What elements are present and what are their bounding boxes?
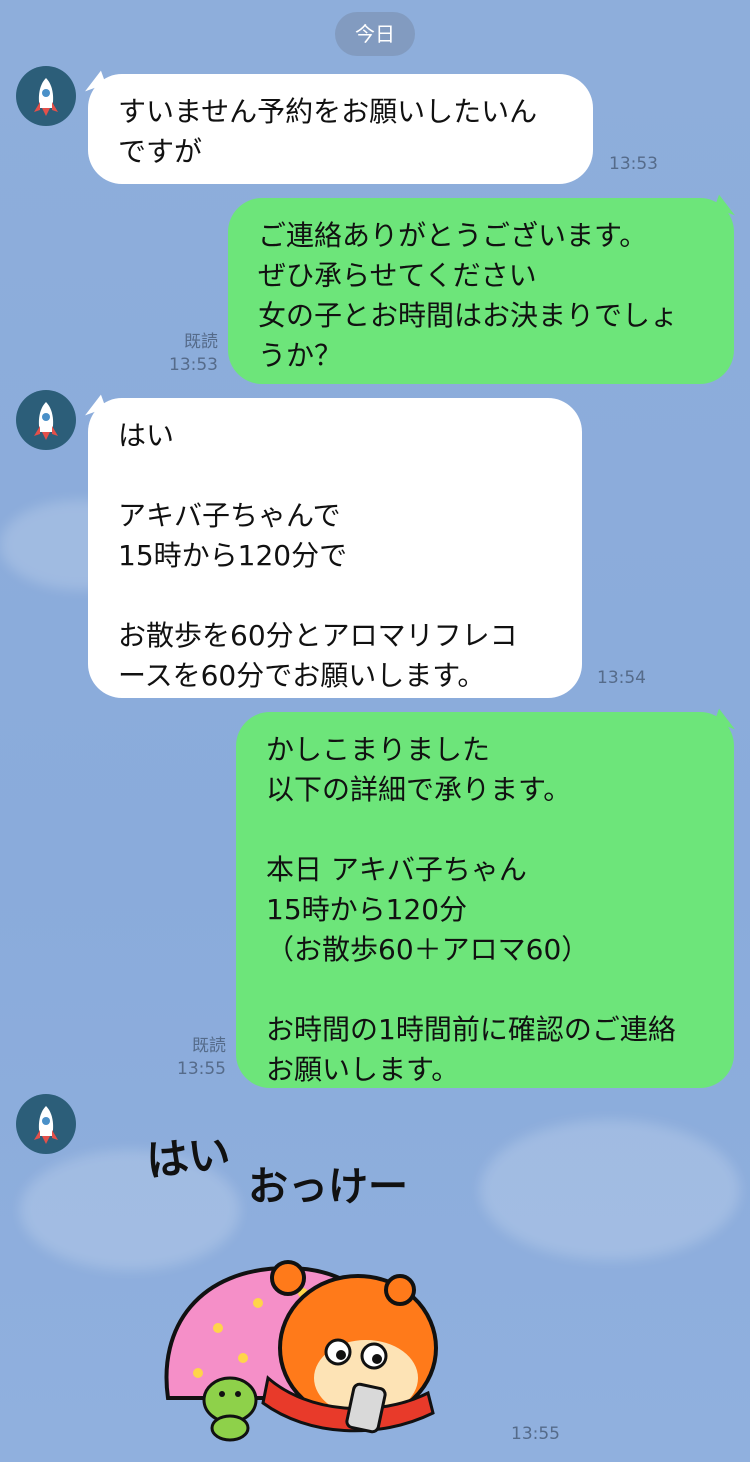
contact-avatar[interactable] <box>16 66 76 126</box>
message-bubble-incoming[interactable]: すいません予約をお願いしたいん ですが <box>88 74 593 184</box>
hamster-sticker-icon: はい おっけー <box>144 1128 438 1442</box>
read-receipt: 既読 <box>192 1036 226 1056</box>
rocket-icon <box>34 402 58 440</box>
sticker-message[interactable]: はい おっけー <box>138 1128 498 1448</box>
background-cloud <box>480 1120 740 1260</box>
message-time: 13:55 <box>177 1059 226 1079</box>
message-time: 13:54 <box>597 668 646 688</box>
read-receipt: 既読 <box>184 332 218 352</box>
rocket-icon <box>34 78 58 116</box>
message-bubble-incoming[interactable]: はい アキバ子ちゃんで 15時から120分で お散歩を60分とアロマリフレコ ー… <box>88 398 582 698</box>
message-time: 13:55 <box>511 1424 560 1444</box>
rocket-icon <box>34 1106 58 1144</box>
svg-text:おっけー: おっけー <box>248 1164 408 1210</box>
contact-avatar[interactable] <box>16 390 76 450</box>
svg-text:はい: はい <box>144 1128 233 1186</box>
message-time: 13:53 <box>609 154 658 174</box>
date-divider: 今日 <box>335 12 415 56</box>
message-time: 13:53 <box>169 355 218 375</box>
message-bubble-outgoing[interactable]: ご連絡ありがとうございます。 ぜひ承らせてください 女の子とお時間はお決まりでし… <box>228 198 734 384</box>
contact-avatar[interactable] <box>16 1094 76 1154</box>
message-bubble-outgoing[interactable]: かしこまりました 以下の詳細で承ります。 本日 アキバ子ちゃん 15時から120… <box>236 712 734 1088</box>
